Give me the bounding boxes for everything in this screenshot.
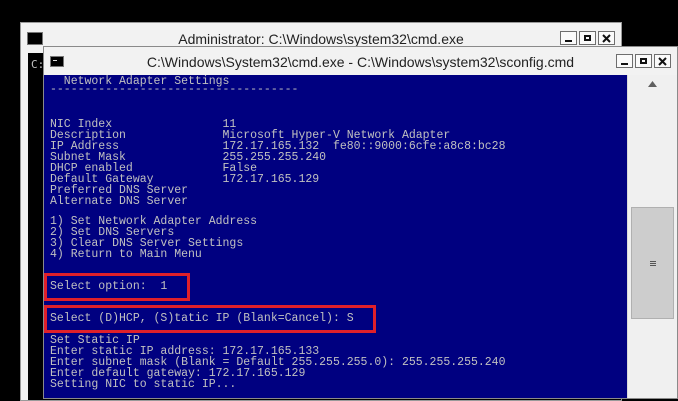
chevron-up-icon (648, 80, 657, 87)
close-button[interactable] (654, 54, 671, 68)
maximize-button[interactable] (635, 54, 652, 68)
close-icon (602, 33, 611, 43)
minimize-button[interactable] (560, 31, 577, 45)
sconfig-cmd-window[interactable]: C:\Windows\System32\cmd.exe - C:\Windows… (43, 46, 678, 399)
minimize-icon (621, 62, 628, 65)
window-title: C:\Windows\System32\cmd.exe - C:\Windows… (146, 54, 575, 70)
console-output[interactable]: Network Adapter Settings ---------------… (44, 75, 627, 398)
console-line: ------------------------------------ (50, 83, 299, 96)
vertical-scrollbar[interactable] (627, 75, 677, 398)
close-icon (658, 56, 667, 66)
highlight-ip-mode-prompt (44, 305, 376, 333)
maximize-button[interactable] (579, 31, 596, 45)
background-window-title: Administrator: C:\Windows\system32\cmd.e… (178, 31, 464, 47)
scroll-up-button[interactable] (628, 75, 677, 92)
close-button[interactable] (598, 31, 615, 45)
highlight-select-option (44, 273, 190, 301)
title-bar[interactable]: C:\Windows\System32\cmd.exe - C:\Windows… (44, 47, 677, 75)
maximize-icon (640, 58, 647, 64)
console-line: Alternate DNS Server (50, 195, 189, 208)
scroll-thumb[interactable] (631, 207, 674, 319)
minimize-icon (565, 39, 572, 42)
console-line: Setting NIC to static IP... (50, 378, 237, 391)
maximize-icon (584, 35, 591, 41)
grip-icon (649, 260, 656, 262)
background-caption-buttons (560, 31, 615, 45)
caption-buttons (616, 54, 671, 68)
console-line: 4) Return to Main Menu (50, 248, 202, 261)
minimize-button[interactable] (616, 54, 633, 68)
